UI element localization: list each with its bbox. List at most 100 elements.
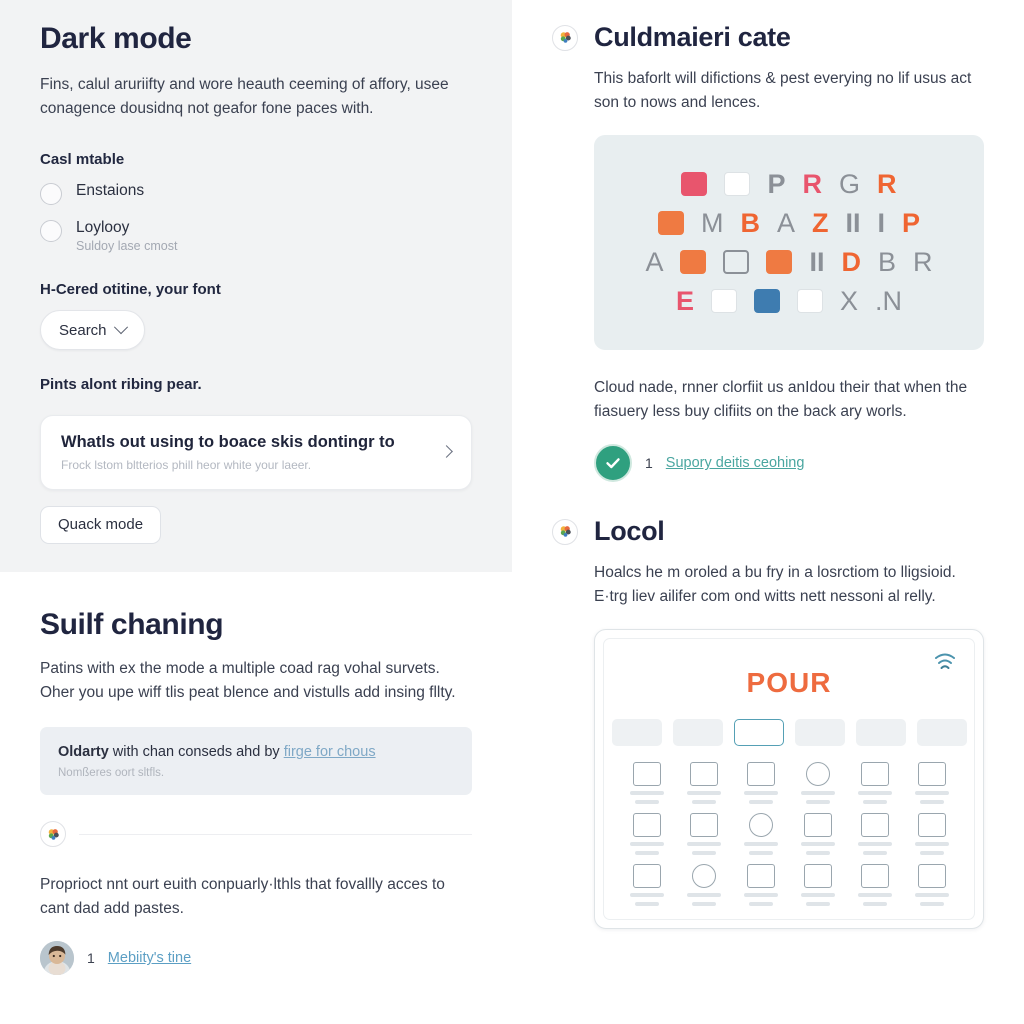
chevron-right-icon[interactable] — [440, 445, 453, 459]
left-column: Dark mode Fins, calul aruriifty and wore… — [0, 0, 512, 1024]
mock-tile-label — [686, 842, 721, 847]
glyph-tile-icon — [766, 250, 793, 275]
mock-tile — [907, 762, 956, 805]
mock-tile-sublabel — [862, 800, 887, 805]
mock-tile-icon — [917, 864, 946, 889]
option-group-label: Casl mtable — [40, 151, 125, 169]
mock-tile-icon — [632, 864, 661, 889]
mock-tile-label — [629, 842, 664, 847]
mock-tile-label — [800, 893, 835, 898]
palette-badge-icon — [552, 24, 578, 51]
glyph-tile-icon — [754, 289, 780, 314]
mock-tile-label — [743, 893, 778, 898]
badge-divider-row — [40, 821, 472, 848]
feature-card-title: Whatls out using to boace skis dontingr … — [61, 433, 395, 452]
glyph-letter: P — [767, 168, 786, 199]
glyph-letter: II — [845, 207, 861, 238]
mock-tile-label — [914, 893, 949, 898]
success-meta-row: 1 Supory deitis ceohing — [594, 444, 984, 483]
tablet-preview-mock[interactable]: POUR — [594, 629, 984, 930]
mock-tile-sublabel — [691, 800, 716, 805]
mock-tile-grid — [604, 746, 974, 907]
mock-tile-sublabel — [805, 902, 830, 907]
glyph-letter: A — [645, 246, 664, 277]
hint-text: Pints alont ribing pear. — [40, 376, 202, 394]
mock-tile — [850, 813, 899, 856]
mock-chip — [611, 719, 662, 747]
glyph-tile-icon — [723, 250, 750, 275]
glyph-letter: II — [809, 246, 825, 277]
glyph-showcase-panel: P R G R M B A Z II I P A II D B R E X .N — [594, 135, 984, 351]
right-section-a-paragraph-2: Cloud nade, rnner clorfiit us anIdou the… — [594, 379, 968, 421]
meta-link[interactable]: Mebiity's tine — [108, 950, 191, 966]
glyph-tile-icon — [724, 172, 751, 197]
radio-circle-icon[interactable] — [40, 220, 62, 243]
mock-tile-sublabel — [691, 851, 716, 856]
radio-option-2[interactable]: Loylooy Suldoy lase cmost — [40, 219, 472, 253]
font-picker-label: H-Cered otitine, your font — [40, 281, 221, 299]
mock-chip — [916, 719, 967, 747]
mock-tile-icon — [803, 813, 832, 838]
mock-tile-sublabel — [862, 851, 887, 856]
sharing-title: Suilf chaning — [40, 608, 224, 641]
glyph-tile-icon — [657, 211, 684, 236]
mock-tile-icon — [860, 762, 889, 787]
mock-tile-label — [857, 893, 892, 898]
mock-tile-sublabel — [748, 851, 773, 856]
mock-tile-icon — [689, 762, 718, 787]
mock-tile-icon — [860, 864, 889, 889]
glyph-letter: B — [878, 246, 897, 277]
mock-tile-label — [743, 791, 778, 796]
mock-tile — [679, 762, 728, 805]
page-title: Dark mode — [40, 22, 192, 55]
glyph-letter: G — [839, 168, 861, 199]
glyph-tile-icon — [797, 289, 823, 314]
glyph-letter: R — [802, 168, 823, 199]
mock-tile-sublabel — [748, 902, 773, 907]
callout-link[interactable]: firge for chous — [284, 744, 376, 760]
user-avatar — [40, 941, 74, 976]
mock-tile-icon — [746, 864, 775, 889]
meta-count: 1 — [645, 455, 653, 472]
glyph-letter: B — [740, 207, 760, 238]
radio-option-1[interactable]: Enstaions — [40, 182, 472, 206]
mock-tile-label — [800, 791, 835, 796]
glyph-letter: .N — [875, 285, 903, 316]
mock-tile-icon — [748, 813, 773, 838]
mock-tile — [793, 762, 842, 805]
meta-link[interactable]: Supory deitis ceohing — [666, 455, 805, 471]
palette-badge-icon — [552, 518, 578, 545]
mock-tile-icon — [632, 762, 661, 787]
right-section-b: Locol Hoalcs he m oroled a bu fry in a l… — [512, 516, 1024, 930]
sharing-paragraph: Patins with ex the mode a multiple coad … — [40, 660, 456, 702]
mock-tile-sublabel — [805, 851, 830, 856]
mock-tile-sublabel — [634, 800, 659, 805]
mock-tile-icon — [689, 813, 718, 838]
glyph-letter: E — [675, 285, 694, 316]
search-dropdown[interactable]: Search — [40, 310, 145, 351]
glyph-letter: M — [700, 207, 724, 238]
mock-tile — [793, 864, 842, 907]
glyph-letter: Z — [811, 207, 829, 238]
right-section-a: Culdmaieri cate This baforlt will difict… — [512, 0, 1024, 483]
feature-card[interactable]: Whatls out using to boace skis dontingr … — [40, 415, 472, 490]
mock-tile-icon — [746, 762, 775, 787]
callout-text: with chan conseds ahd by — [108, 744, 284, 761]
horizontal-divider — [79, 833, 472, 835]
mock-tile-sublabel — [634, 851, 659, 856]
mock-tile — [622, 864, 671, 907]
quack-mode-button[interactable]: Quack mode — [40, 505, 162, 544]
radio-option-label: Loylooy — [76, 219, 130, 237]
mock-tile-label — [914, 842, 949, 847]
glyph-tile-icon — [711, 289, 737, 314]
mock-chip-row — [604, 719, 974, 747]
mock-tile-sublabel — [805, 800, 830, 805]
mock-tile-sublabel — [862, 902, 887, 907]
glyph-letter: P — [902, 207, 921, 238]
callout-strong: Oldarty — [58, 744, 109, 761]
radio-circle-icon[interactable] — [40, 183, 62, 206]
mock-tile — [736, 762, 785, 805]
mock-tile-label — [800, 842, 835, 847]
mock-tile-icon — [917, 762, 946, 787]
mock-tile-icon — [805, 762, 830, 787]
